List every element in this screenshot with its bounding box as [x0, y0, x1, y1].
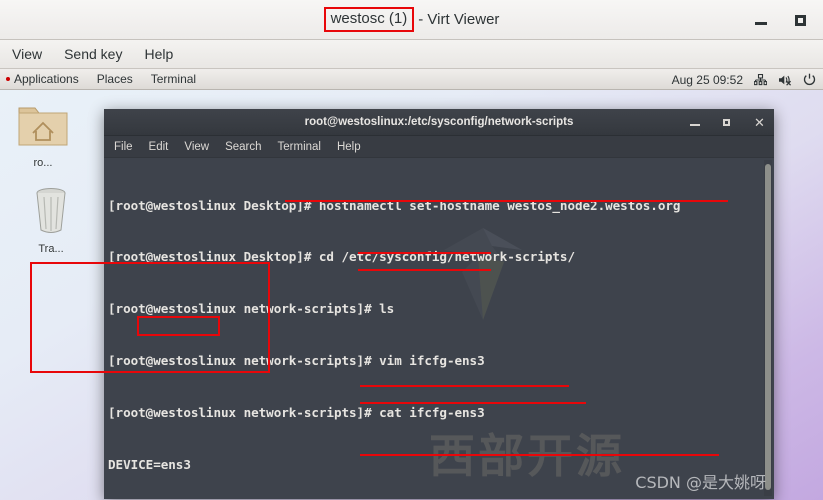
power-icon[interactable] [803, 73, 816, 86]
panel-item-terminal[interactable]: Terminal [151, 72, 196, 86]
virt-viewer-titlebar: westosc (1) - Virt Viewer [0, 0, 823, 40]
terminal-window: root@westoslinux:/etc/sysconfig/network-… [104, 109, 774, 499]
panel-item-applications[interactable]: Applications [14, 72, 79, 86]
terminal-maximize-icon[interactable] [721, 116, 734, 129]
csdn-watermark: CSDN @是大姚呀 [635, 473, 766, 492]
desktop-icon-home-label: ro... [33, 157, 53, 169]
volume-muted-icon[interactable] [778, 74, 792, 86]
virt-viewer-title-rest: - Virt Viewer [418, 10, 500, 28]
terminal-scrollbar[interactable] [764, 160, 772, 496]
virt-viewer-menubar: View Send key Help [0, 40, 823, 69]
terminal-close-icon[interactable]: ✕ [753, 116, 766, 129]
virt-viewer-title: westosc (1) - Virt Viewer [323, 7, 500, 32]
desktop-icon-home[interactable]: ro... [6, 100, 80, 169]
trash-icon [36, 188, 66, 233]
terminal-menu-view[interactable]: View [184, 141, 209, 153]
home-folder-icon [18, 107, 68, 146]
gnome-panel-right: Aug 25 09:52 [672, 69, 816, 90]
maximize-icon[interactable] [793, 12, 809, 28]
gnome-panel-left: Applications Places Terminal [0, 72, 196, 86]
panel-item-places[interactable]: Places [97, 72, 133, 86]
terminal-menu-search[interactable]: Search [225, 141, 261, 153]
terminal-title: root@westoslinux:/etc/sysconfig/network-… [304, 116, 574, 128]
panel-clock[interactable]: Aug 25 09:52 [672, 73, 743, 87]
terminal-minimize-icon[interactable] [689, 116, 702, 129]
terminal-line: [root@westoslinux network-scripts]# ls [108, 301, 395, 317]
terminal-output: [root@westoslinux Desktop]# hostnamectl … [104, 158, 774, 499]
panel-indicator-dot [6, 77, 10, 81]
terminal-menu-file[interactable]: File [114, 141, 133, 153]
desktop-icon-trash[interactable]: Tra... [14, 184, 88, 255]
terminal-window-controls: ✕ [689, 109, 766, 136]
screenshot-root: westosc (1) - Virt Viewer View Send key … [0, 0, 823, 500]
terminal-line: [root@westoslinux network-scripts]# vim … [108, 353, 485, 369]
guest-display: Applications Places Terminal Aug 25 09:5… [0, 69, 823, 500]
menu-item-view[interactable]: View [12, 46, 42, 62]
menu-item-send-key[interactable]: Send key [64, 46, 122, 62]
terminal-line: [root@westoslinux Desktop]# cd /etc/sysc… [108, 249, 575, 265]
terminal-menu-help[interactable]: Help [337, 141, 361, 153]
virt-viewer-window-controls [753, 0, 809, 40]
terminal-line: [root@westoslinux Desktop]# hostnamectl … [108, 197, 681, 213]
terminal-scrollbar-thumb[interactable] [765, 164, 771, 490]
gnome-top-panel: Applications Places Terminal Aug 25 09:5… [0, 69, 823, 90]
terminal-titlebar: root@westoslinux:/etc/sysconfig/network-… [104, 109, 774, 136]
terminal-menu-edit[interactable]: Edit [149, 141, 169, 153]
menu-item-help[interactable]: Help [144, 46, 173, 62]
desktop-icon-trash-label: Tra... [38, 243, 64, 255]
network-icon[interactable] [754, 73, 767, 86]
terminal-line: [root@westoslinux network-scripts]# cat … [108, 405, 485, 421]
terminal-menu-terminal[interactable]: Terminal [278, 141, 321, 153]
terminal-body[interactable]: 西部开源 [root@westoslinux Desktop]# hostnam… [104, 158, 774, 499]
minimize-icon[interactable] [753, 12, 769, 28]
terminal-menubar: File Edit View Search Terminal Help [104, 136, 774, 158]
virt-viewer-title-highlight: westosc (1) [323, 7, 415, 32]
